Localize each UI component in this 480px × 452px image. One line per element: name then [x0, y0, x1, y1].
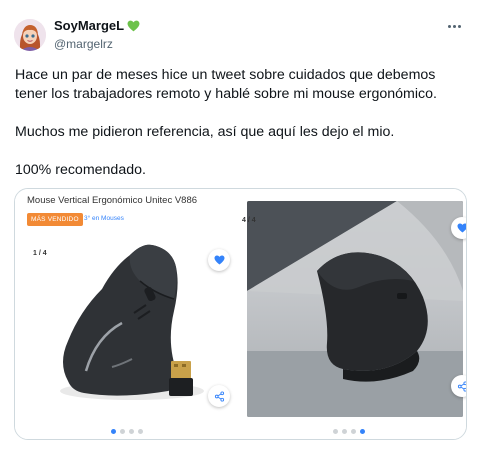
media-image-2[interactable]: 4 / 4 — [241, 189, 466, 439]
carousel-dots — [333, 429, 365, 434]
share-icon — [214, 390, 224, 402]
avatar-illustration-icon — [14, 19, 46, 51]
tweet-media: Mouse Vertical Ergonómico Unitec V886 MÁ… — [14, 188, 467, 440]
mouse-desk-photo — [247, 201, 463, 417]
green-heart-icon — [127, 20, 140, 31]
tweet-card: SoyMargeL @margelrz Hace un par de meses… — [0, 0, 480, 452]
tweet-paragraph: Hace un par de meses hice un tweet sobre… — [15, 67, 437, 102]
heart-icon — [457, 223, 466, 233]
carousel-dot[interactable] — [111, 429, 116, 434]
tweet-paragraph: 100% recomendado. — [15, 162, 146, 178]
carousel-dot[interactable] — [120, 429, 125, 434]
media-image-1[interactable]: Mouse Vertical Ergonómico Unitec V886 MÁ… — [15, 189, 241, 439]
carousel-dot[interactable] — [342, 429, 347, 434]
tweet-paragraph: Muchos me pidieron referencia, así que a… — [15, 124, 395, 140]
author-handle[interactable]: @margelrz — [54, 37, 113, 51]
share-button[interactable] — [451, 375, 466, 397]
author-display-name[interactable]: SoyMargeL — [54, 18, 124, 33]
best-seller-badge: MÁS VENDIDO — [27, 213, 83, 226]
product-title: Mouse Vertical Ergonómico Unitec V886 — [27, 195, 198, 206]
share-icon — [457, 380, 466, 392]
carousel-dot[interactable] — [129, 429, 134, 434]
heart-icon — [214, 255, 224, 265]
rank-link: 3° en Mouses — [84, 215, 124, 222]
image-counter: 1 / 4 — [33, 250, 47, 257]
carousel-dot[interactable] — [333, 429, 338, 434]
carousel-dot[interactable] — [360, 429, 365, 434]
carousel-dot[interactable] — [351, 429, 356, 434]
vertical-mouse-product-image — [60, 244, 204, 400]
usb-receiver — [169, 361, 193, 396]
author-name-row[interactable]: SoyMargeL — [54, 18, 140, 33]
author-avatar[interactable] — [14, 19, 46, 51]
more-options-icon[interactable] — [448, 20, 466, 32]
carousel-dot[interactable] — [138, 429, 143, 434]
favorite-button[interactable] — [451, 217, 466, 239]
laptop-mouse-photo — [247, 201, 463, 417]
image-counter: 4 / 4 — [242, 217, 256, 224]
tweet-text: Hace un par de meses hice un tweet sobre… — [15, 66, 470, 199]
share-button[interactable] — [208, 385, 230, 407]
favorite-button[interactable] — [208, 249, 230, 271]
carousel-dots — [111, 429, 143, 434]
